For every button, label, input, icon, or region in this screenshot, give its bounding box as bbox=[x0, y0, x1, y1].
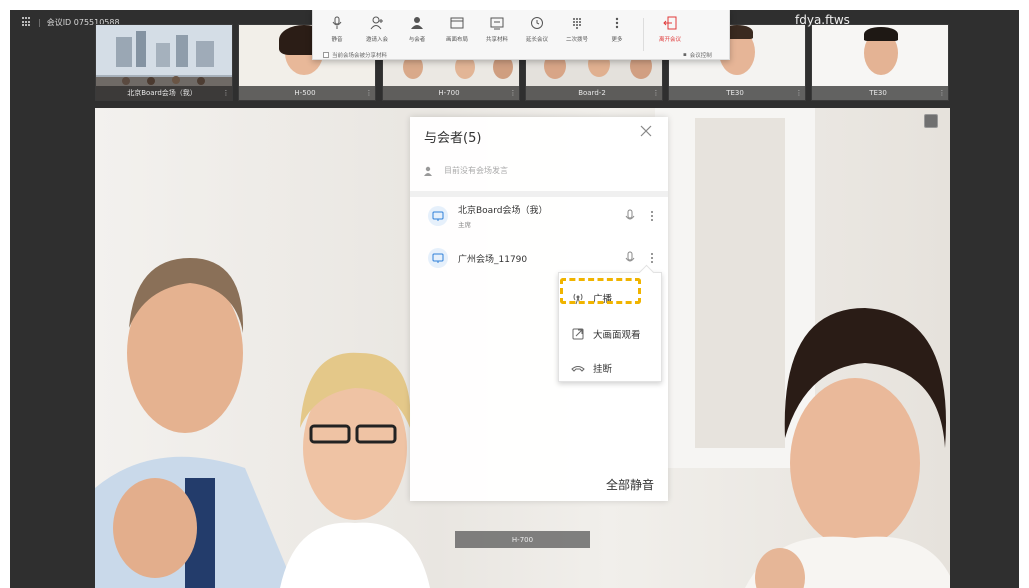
meeting-control-label: 会议控制 bbox=[689, 53, 712, 59]
speaker-icon bbox=[424, 166, 432, 176]
thumbnail-caption: TE30 ⋮ bbox=[669, 86, 805, 100]
grid-icon[interactable] bbox=[22, 17, 32, 27]
thumbnail-caption: 北京Board会场（我） ⋮ bbox=[96, 86, 232, 100]
participants-icon bbox=[411, 17, 423, 29]
fullscreen-icon[interactable] bbox=[924, 114, 938, 128]
add-user-icon bbox=[370, 16, 383, 30]
thumbnail-label: TE30 bbox=[869, 89, 887, 97]
hangup-menu-item[interactable]: 挂断 bbox=[559, 353, 661, 383]
more-icon bbox=[615, 17, 619, 29]
more-icon[interactable]: ⋮ bbox=[793, 89, 805, 97]
panel-divider bbox=[410, 191, 668, 197]
speaker-status-row: 目前没有会场发言 bbox=[424, 165, 508, 176]
mute-all-button[interactable]: 全部静音 bbox=[606, 476, 654, 493]
thumbnail-label: H-500 bbox=[294, 89, 316, 97]
participant-row[interactable]: 北京Board会场（我） 主席 bbox=[428, 201, 658, 231]
bullet-icon: ▪ bbox=[683, 52, 687, 58]
toolbar-share-button[interactable]: 共享材料 bbox=[477, 10, 517, 59]
dialpad-icon bbox=[573, 18, 581, 29]
thumbnail-caption: H-500 ⋮ bbox=[239, 86, 375, 100]
thumbnail-label: Board-2 bbox=[578, 89, 606, 97]
more-icon[interactable]: ⋮ bbox=[936, 89, 948, 97]
person-hair bbox=[864, 27, 898, 41]
enlarge-view-menu-item[interactable]: 大画面观看 bbox=[559, 319, 661, 349]
participant-name: 北京Board会场（我） bbox=[458, 206, 548, 216]
more-icon[interactable]: ⋮ bbox=[650, 89, 662, 97]
microphone-icon[interactable] bbox=[622, 208, 638, 224]
participant-context-menu: 广播 大画面观看 挂断 bbox=[558, 272, 662, 382]
main-video-label: H-700 bbox=[455, 531, 590, 548]
meeting-toolbar: 静音 邀请入会 与会者 画面布局 共享材料 延长会议 二次拨号 更多 离开会议 … bbox=[312, 10, 730, 60]
broadcast-icon bbox=[573, 293, 583, 305]
thumbnail-caption: TE30 ⋮ bbox=[812, 86, 948, 100]
broadcast-menu-item[interactable]: 广播 bbox=[559, 283, 661, 313]
thumbnail-label: TE30 bbox=[726, 89, 744, 97]
menu-item-label: 大画面观看 bbox=[593, 330, 641, 341]
participant-row[interactable]: 广州会场_11790 bbox=[428, 243, 658, 273]
toolbar-more-button[interactable]: 更多 bbox=[597, 10, 637, 59]
menu-item-label: 广播 bbox=[593, 294, 613, 305]
toolbar-extend-button[interactable]: 延长会议 bbox=[517, 10, 557, 59]
microphone-icon[interactable] bbox=[622, 250, 638, 266]
more-icon[interactable]: ⋮ bbox=[363, 89, 375, 97]
toolbar-label: 更多 bbox=[611, 37, 623, 43]
more-icon[interactable] bbox=[646, 250, 658, 266]
separator: | bbox=[38, 17, 41, 27]
board-device-icon bbox=[428, 206, 448, 226]
participant-role: 主席 bbox=[458, 221, 471, 229]
microphone-icon bbox=[332, 16, 342, 29]
toolbar-label: 二次拨号 bbox=[565, 37, 588, 43]
share-checkbox-label: 当前会场会被分享材料 bbox=[332, 53, 388, 59]
toolbar-layout-button[interactable]: 画面布局 bbox=[437, 10, 477, 59]
share-icon bbox=[490, 17, 504, 30]
video-conference-window: | 会议ID 075510588 fdya.ftws 北京Board会场（我） … bbox=[10, 10, 1019, 588]
enlarge-view-icon bbox=[572, 328, 584, 340]
speaker-status: 目前没有会场发言 bbox=[444, 166, 508, 175]
more-icon[interactable]: ⋮ bbox=[507, 89, 519, 97]
more-icon[interactable] bbox=[646, 208, 658, 224]
board-device-icon bbox=[428, 248, 448, 268]
participant-info: 北京Board会场（我） 主席 bbox=[458, 203, 622, 229]
toolbar-dialpad-button[interactable]: 二次拨号 bbox=[557, 10, 597, 59]
toolbar-label: 共享材料 bbox=[485, 37, 508, 43]
toolbar-label: 与会者 bbox=[408, 37, 426, 43]
thumbnail-label: H-700 bbox=[438, 89, 460, 97]
share-checkbox[interactable] bbox=[323, 52, 329, 58]
toolbar-participants-button[interactable]: 与会者 bbox=[397, 10, 437, 59]
toolbar-label: 延长会议 bbox=[525, 37, 548, 43]
more-icon[interactable]: ⋮ bbox=[220, 89, 232, 97]
participant-info: 广州会场_11790 bbox=[458, 252, 622, 265]
share-checkbox-row[interactable]: 当前会场会被分享材料 bbox=[323, 51, 387, 59]
exit-icon bbox=[663, 16, 677, 30]
toolbar-label: 邀请入会 bbox=[365, 37, 388, 43]
close-icon[interactable] bbox=[640, 125, 652, 137]
thumbnail-6[interactable]: TE30 ⋮ bbox=[811, 24, 949, 101]
toolbar-label: 画面布局 bbox=[445, 37, 468, 43]
panel-title: 与会者(5) bbox=[424, 131, 482, 146]
thumbnail-caption: Board-2 ⋮ bbox=[526, 86, 662, 100]
participant-name: 广州会场_11790 bbox=[458, 254, 528, 265]
toolbar-label: 静音 bbox=[331, 37, 343, 43]
meeting-control-link[interactable]: ▪ 会议控制 bbox=[683, 51, 712, 59]
thumbnail-caption: H-700 ⋮ bbox=[383, 86, 519, 100]
clock-icon bbox=[531, 17, 543, 29]
layout-icon bbox=[450, 17, 464, 29]
thumbnail-label: 北京Board会场（我） bbox=[127, 89, 197, 97]
hangup-icon bbox=[571, 366, 585, 372]
toolbar-divider bbox=[643, 18, 644, 51]
menu-item-label: 挂断 bbox=[593, 364, 613, 375]
toolbar-label: 离开会议 bbox=[658, 37, 681, 43]
thumbnail-1[interactable]: 北京Board会场（我） ⋮ bbox=[95, 24, 233, 101]
